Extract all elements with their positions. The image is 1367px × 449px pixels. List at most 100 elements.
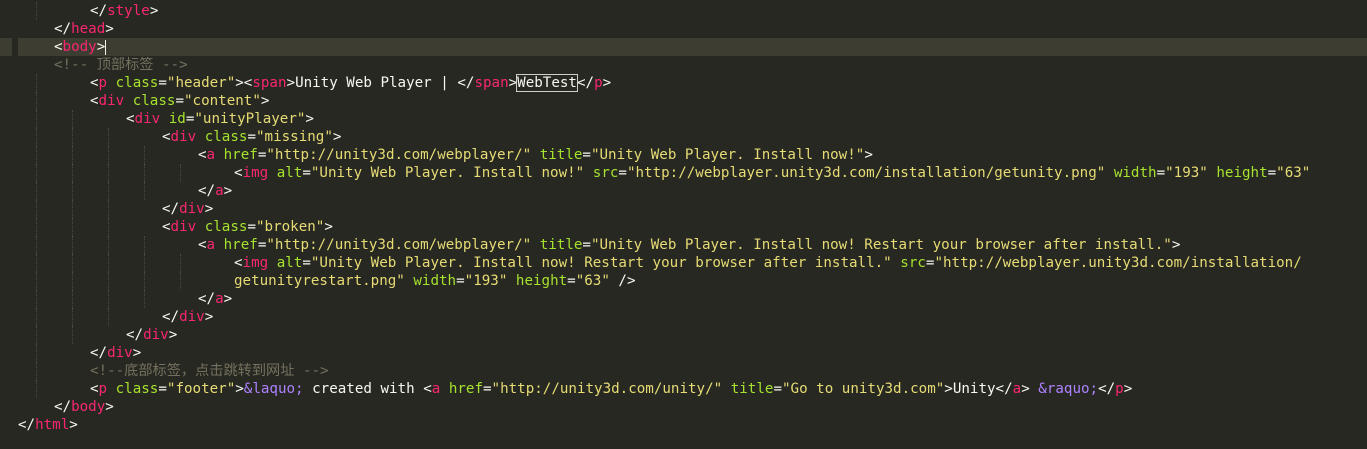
token-tag-name: a [431, 381, 441, 397]
token-string-value: "content" [183, 93, 261, 109]
token-punctuation: = [158, 75, 167, 91]
token-tag-name: body [62, 39, 97, 55]
token-punctuation: = [1267, 165, 1277, 181]
code-line-content: </a> [198, 182, 232, 200]
code-line[interactable]: </html> [18, 416, 1367, 434]
code-line[interactable]: <p class="header"><span>Unity Web Player… [18, 74, 1367, 92]
token-string-value: "63" [575, 273, 610, 289]
code-line-content: <div class="missing"> [162, 128, 341, 146]
code-area[interactable]: </style> </head> <body> <!-- 顶部标签 --> <p cla… [18, 2, 1367, 434]
indent-guide [180, 164, 181, 182]
indent-guide [72, 272, 73, 290]
code-line[interactable]: </div> [18, 326, 1367, 344]
indent-guide [180, 254, 181, 272]
token-punctuation: = [175, 93, 184, 109]
indent-guide [72, 182, 73, 200]
indent-guide [108, 254, 109, 272]
code-line[interactable]: <div class="broken"> [18, 218, 1367, 236]
code-line[interactable]: </div> [18, 308, 1367, 326]
code-line-content: </a> [198, 290, 232, 308]
code-line[interactable]: <div id="unityPlayer"> [18, 110, 1367, 128]
code-line[interactable]: </body> [18, 398, 1367, 416]
token-punctuation: = [302, 165, 311, 181]
code-line[interactable]: <p class="footer">&laquo; created with <… [18, 380, 1367, 398]
token-string-value: "http://unity3d.com/webplayer/" [266, 237, 532, 253]
token-punctuation [440, 381, 449, 397]
indent-guide [72, 236, 73, 254]
token-punctuation: = [302, 255, 311, 271]
token-punctuation [160, 111, 169, 127]
token-punctuation: > [332, 129, 342, 145]
indent-guide [108, 290, 109, 308]
code-line[interactable]: <img alt="Unity Web Player. Install now!… [18, 254, 1367, 272]
token-tag-name: style [107, 3, 150, 19]
token-attribute-name: alt [276, 255, 303, 271]
token-attribute-name: href [223, 147, 258, 163]
code-line[interactable]: <body> [18, 38, 1367, 56]
token-string-value: "Unity Web Player. Install now!" [590, 147, 865, 163]
indent-guide [144, 254, 145, 272]
indent-guide [36, 182, 37, 200]
code-line[interactable]: </a> [18, 290, 1367, 308]
code-line[interactable]: getunityrestart.png" width="193" height=… [18, 272, 1367, 290]
indent-guide [108, 236, 109, 254]
code-line[interactable]: </a> [18, 182, 1367, 200]
token-string-value: "Go to unity3d.com" [781, 381, 945, 397]
indent-guide [36, 2, 37, 20]
token-punctuation: /> [609, 273, 636, 289]
token-entity: &laquo; [243, 381, 304, 397]
token-punctuation: </ [995, 381, 1013, 397]
indent-guide [108, 146, 109, 164]
indent-guide [36, 92, 37, 110]
token-punctuation: = [582, 237, 591, 253]
code-line[interactable]: </div> [18, 344, 1367, 362]
token-attribute-name: alt [276, 165, 303, 181]
code-line-content: </style> [90, 2, 158, 20]
token-punctuation: = [1156, 165, 1166, 181]
token-punctuation: > [508, 75, 518, 91]
code-line[interactable]: <img alt="Unity Web Player. Install now!… [18, 164, 1367, 182]
code-line[interactable]: <a href="http://unity3d.com/webplayer/" … [18, 236, 1367, 254]
token-tag-name: a [206, 147, 216, 163]
token-punctuation: < [126, 111, 135, 127]
token-punctuation [722, 381, 731, 397]
token-string-value: "Unity Web Player. Install now!" [310, 165, 585, 181]
token-punctuation: > [132, 345, 142, 361]
token-punctuation: = [773, 381, 782, 397]
token-punctuation: </ [198, 291, 216, 307]
token-punctuation: </ [18, 417, 36, 433]
code-line[interactable]: <a href="http://unity3d.com/webplayer/" … [18, 146, 1367, 164]
code-line-content: <p class="footer">&laquo; created with <… [90, 380, 1132, 398]
token-string-value: "http://webplayer.unity3d.com/installati… [626, 165, 1106, 181]
indent-guide [36, 74, 37, 92]
token-punctuation [124, 93, 133, 109]
indent-guide [108, 218, 109, 236]
token-punctuation [268, 255, 277, 271]
code-line-content: <div class="content"> [90, 92, 269, 110]
token-punctuation: > [69, 417, 78, 433]
indent-guide [180, 272, 181, 290]
code-line[interactable]: <div class="content"> [18, 92, 1367, 110]
token-tag-name: p [98, 381, 108, 397]
token-punctuation [892, 255, 901, 271]
token-string-value: "broken" [255, 219, 325, 235]
token-selected-word: WebTest [516, 74, 578, 92]
token-punctuation [215, 147, 224, 163]
token-tag-name: span [252, 75, 287, 91]
code-line[interactable]: </div> [18, 200, 1367, 218]
token-punctuation: > [149, 3, 159, 19]
token-tag-name: html [35, 417, 70, 433]
token-tag-name: div [170, 129, 197, 145]
token-punctuation: > [96, 39, 106, 55]
token-punctuation: < [234, 255, 243, 271]
code-line[interactable]: <div class="missing"> [18, 128, 1367, 146]
code-line[interactable]: </head> [18, 20, 1367, 38]
token-punctuation: </ [90, 345, 108, 361]
token-punctuation: > [223, 291, 233, 307]
code-editor[interactable]: </style> </head> <body> <!-- 顶部标签 --> <p cla… [0, 0, 1367, 449]
code-line[interactable]: <!-- 顶部标签 --> [18, 56, 1367, 74]
token-punctuation: = [618, 165, 627, 181]
code-line[interactable]: </style> [18, 2, 1367, 20]
token-punctuation [107, 381, 116, 397]
code-line[interactable]: <!--底部标签，点击跳转到网址 --> [18, 362, 1367, 380]
